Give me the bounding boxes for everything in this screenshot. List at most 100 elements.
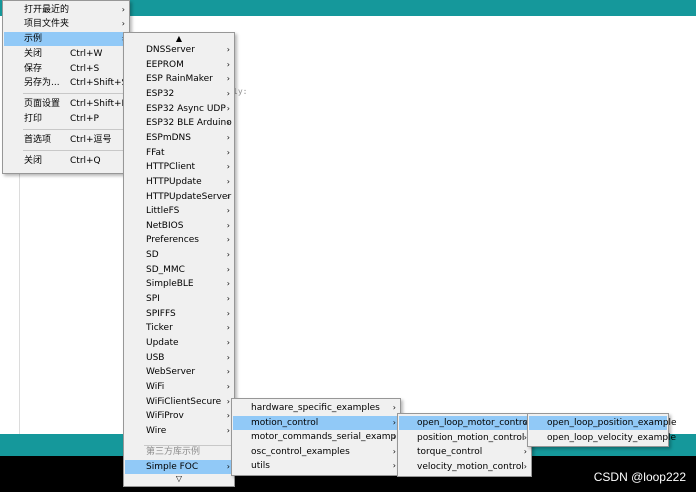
menu-item-httpupdateserver[interactable]: HTTPUpdateServer › xyxy=(125,190,233,204)
menu-item-httpclient[interactable]: HTTPClient › xyxy=(125,160,233,174)
submenu-arrow-icon: › xyxy=(226,74,230,84)
menu-item-label: HTTPUpdateServer xyxy=(146,191,232,202)
submenu-arrow-icon: › xyxy=(226,352,230,362)
menu-item-open-loop-velocity-example[interactable]: open_loop_velocity_example xyxy=(529,431,676,445)
menu-item-label: SPIFFS xyxy=(146,308,176,319)
menu-item-motor-commands-serial-examples[interactable]: motor_commands_serial_examples › xyxy=(233,430,409,444)
menu-item-label: HTTPUpdate xyxy=(146,176,202,187)
menu-item-httpupdate[interactable]: HTTPUpdate › xyxy=(125,175,233,189)
menu-item-label: ESPmDNS xyxy=(146,132,191,143)
menu-item-spiffs[interactable]: SPIFFS › xyxy=(125,307,233,321)
menu-item-ffat[interactable]: FFat › xyxy=(125,146,233,160)
menu-item-page-setup[interactable]: 页面设置 Ctrl+Shift+P xyxy=(4,97,128,111)
menu-item-esp32-ble-arduino[interactable]: ESP32 BLE Arduino › xyxy=(125,116,233,130)
menu-item-update[interactable]: Update › xyxy=(125,336,233,350)
shortcut-label: Ctrl+Shift+S xyxy=(70,78,128,88)
submenu-arrow-icon: › xyxy=(226,88,230,98)
menu-item-wifiprov[interactable]: WiFiProv › xyxy=(125,409,233,423)
menu-item-preferences[interactable]: 首选项 Ctrl+逗号 xyxy=(4,133,128,147)
menu-item-print[interactable]: 打印 Ctrl+P xyxy=(4,112,128,126)
menu-item-utils[interactable]: utils › xyxy=(233,459,399,473)
menu-item-label: motion_control xyxy=(251,417,319,428)
menu-item-label: utils xyxy=(251,461,270,472)
menu-item-close[interactable]: 关闭 Ctrl+W xyxy=(4,47,128,61)
menu-item-ticker[interactable]: Ticker › xyxy=(125,321,233,335)
submenu-arrow-icon: › xyxy=(523,447,527,457)
submenu-arrow-icon: › xyxy=(226,323,230,333)
menu-item-sd-mmc[interactable]: SD_MMC › xyxy=(125,263,233,277)
submenu-arrow-icon: › xyxy=(392,461,396,471)
menu-item-webserver[interactable]: WebServer › xyxy=(125,365,233,379)
menu-item-label: SD xyxy=(146,250,159,261)
submenu-arrow-icon: › xyxy=(226,381,230,391)
submenu-arrow-icon: › xyxy=(226,264,230,274)
menu-item-spi[interactable]: SPI › xyxy=(125,292,233,306)
menu-item-open-loop-motor-control[interactable]: open_loop_motor_control › xyxy=(399,416,530,430)
menu-item-label: 首选项 xyxy=(24,135,52,145)
menu-item-wifi[interactable]: WiFi › xyxy=(125,380,233,394)
menu-item-torque-control[interactable]: torque_control › xyxy=(399,445,530,459)
menu-item-label: motor_commands_serial_examples xyxy=(251,432,409,443)
menu-item-sketchbook[interactable]: 项目文件夹 › xyxy=(4,17,128,31)
menu-item-save[interactable]: 保存 Ctrl+S xyxy=(4,62,128,76)
menu-item-wificlientsecure[interactable]: WiFiClientSecure › xyxy=(125,395,233,409)
menu-item-open-recent[interactable]: 打开最近的 › xyxy=(4,3,128,17)
menu-item-label: Preferences xyxy=(146,235,199,246)
menu-item-esp32[interactable]: ESP32 › xyxy=(125,87,233,101)
menu-item-label: SPI xyxy=(146,294,160,305)
menu-item-label: 另存为... xyxy=(24,78,60,88)
menu-item-preferences[interactable]: Preferences › xyxy=(125,233,233,247)
menu-item-simple-foc[interactable]: Simple FOC › xyxy=(125,460,233,474)
menu-item-dnsserver[interactable]: DNSServer › xyxy=(125,43,233,57)
menu-item-usb[interactable]: USB › xyxy=(125,351,233,365)
shortcut-label: Ctrl+S xyxy=(70,64,100,74)
menu-item-label: open_loop_velocity_example xyxy=(547,432,677,443)
menu-item-label: 关闭 xyxy=(24,49,43,59)
menu-item-label: torque_control xyxy=(417,447,483,458)
menu-item-esp-rainmaker[interactable]: ESP RainMaker › xyxy=(125,72,233,86)
submenu-arrow-icon: › xyxy=(226,462,230,471)
menu-item-save-as[interactable]: 另存为... Ctrl+Shift+S xyxy=(4,76,128,90)
submenu-arrow-icon: › xyxy=(121,5,125,14)
menu-item-eeprom[interactable]: EEPROM › xyxy=(125,58,233,72)
shortcut-label: Ctrl+W xyxy=(70,49,103,59)
menu-item-label: open_loop_motor_control xyxy=(417,418,531,428)
file-menu: 打开最近的 › 项目文件夹 › 示例› 关闭 Ctrl+W 保存 Ctrl+S 另存为.… xyxy=(2,0,130,174)
menu-separator xyxy=(23,93,127,94)
submenu-arrow-icon: › xyxy=(226,308,230,318)
menu-item-sd[interactable]: SD › xyxy=(125,248,233,262)
menu-item-motion-control[interactable]: motion_control › xyxy=(233,415,399,430)
menu-item-esp32-async-udp[interactable]: ESP32 Async UDP › xyxy=(125,102,233,116)
menu-item-hardware-specific-examples[interactable]: hardware_specific_examples › xyxy=(233,401,399,415)
menu-item-simpleble[interactable]: SimpleBLE › xyxy=(125,277,233,291)
menu-separator xyxy=(23,150,127,151)
menu-item-examples[interactable]: 示例› xyxy=(4,32,128,46)
menu-item-osc-control-examples[interactable]: osc_control_examples › xyxy=(233,445,399,459)
submenu-arrow-icon: › xyxy=(226,206,230,216)
submenu-arrow-icon: › xyxy=(226,396,230,406)
submenu-arrow-icon: › xyxy=(226,45,230,54)
menu-item-quit[interactable]: 关闭 Ctrl+Q xyxy=(4,154,128,168)
menu-item-netbios[interactable]: NetBIOS › xyxy=(125,219,233,233)
scroll-down-arrow-icon[interactable]: ▽ xyxy=(125,473,233,485)
submenu-arrow-icon: › xyxy=(392,403,396,412)
submenu-arrow-icon: › xyxy=(226,411,230,421)
menu-item-position-motion-control[interactable]: position_motion_control › xyxy=(399,431,530,445)
menu-item-label: DNSServer xyxy=(146,45,195,55)
menu-item-open-loop-position-example[interactable]: open_loop_position_example xyxy=(529,416,677,430)
menu-item-label: ESP RainMaker xyxy=(146,74,213,85)
menu-item-velocity-motion-control[interactable]: velocity_motion_control › xyxy=(399,460,530,474)
menu-item-littlefs[interactable]: LittleFS › xyxy=(125,204,233,218)
examples-menu: ▲ DNSServer › EEPROM › ESP RainMaker › ESP32 › E… xyxy=(123,32,235,487)
menu-item-label: SD_MMC xyxy=(146,264,185,275)
menu-item-espmdns[interactable]: ESPmDNS › xyxy=(125,131,233,145)
section-label-third-party: 第三方库示例 xyxy=(146,447,201,457)
menu-item-label: hardware_specific_examples xyxy=(251,403,380,413)
menu-item-label: NetBIOS xyxy=(146,220,184,231)
menu-item-label: EEPROM xyxy=(146,59,184,70)
submenu-arrow-icon: › xyxy=(226,103,230,113)
submenu-arrow-icon: › xyxy=(226,118,230,128)
submenu-arrow-icon: › xyxy=(226,250,230,260)
menu-item-wire[interactable]: Wire › xyxy=(125,424,233,438)
submenu-arrow-icon: › xyxy=(523,461,527,471)
